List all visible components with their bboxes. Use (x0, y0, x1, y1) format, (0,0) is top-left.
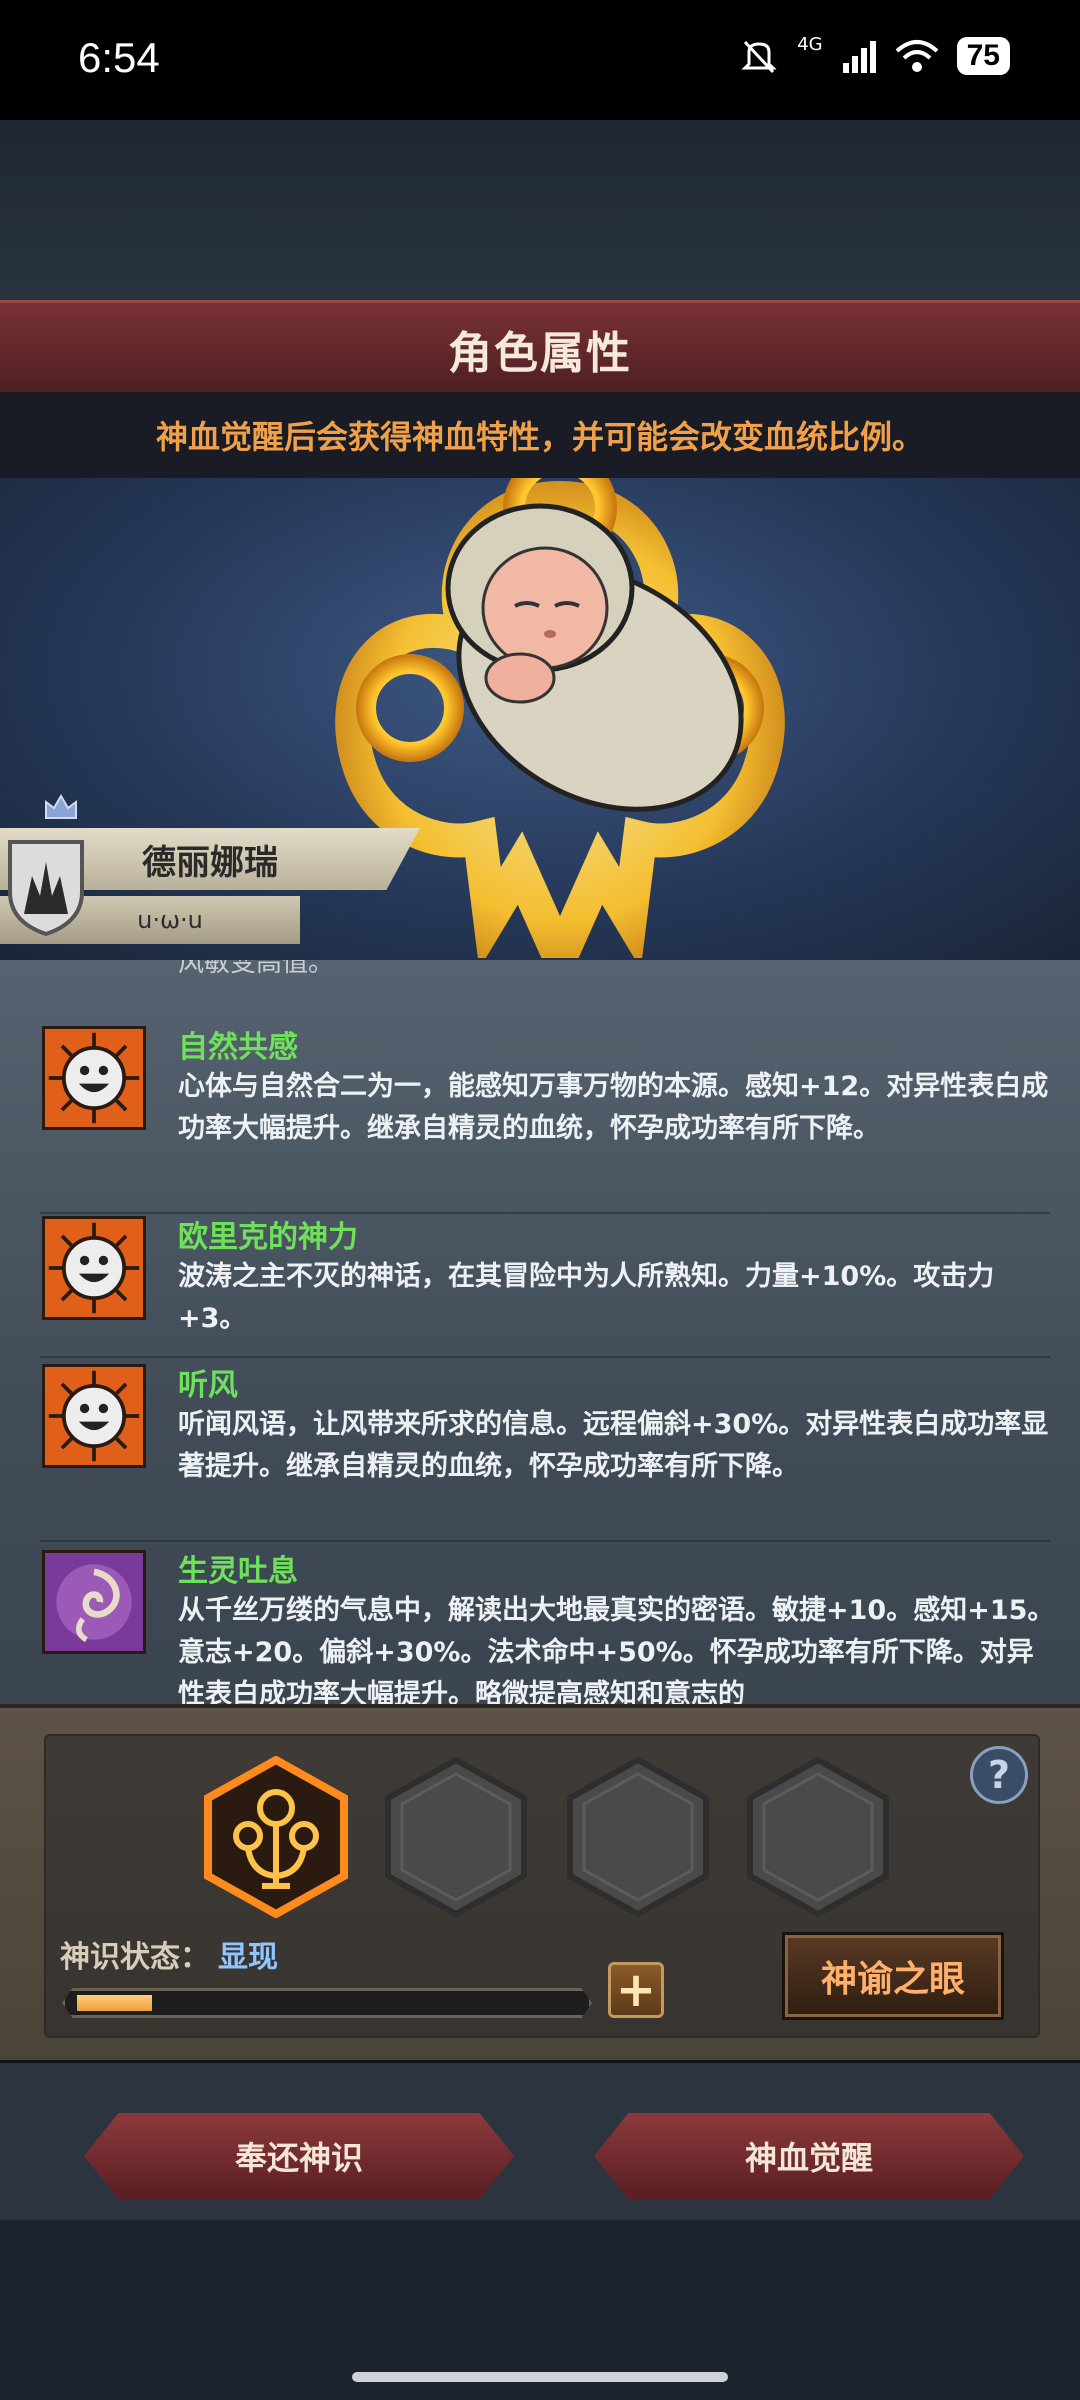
status-time: 6:54 (78, 34, 160, 81)
blood-awaken-label: 神血觉醒 (744, 2139, 873, 2177)
trait-description: 从千丝万缕的气息中，解读出大地最真实的密语。敏捷+10。感知+15。意志+20。… (178, 1595, 1055, 1704)
divine-progress-fill (77, 1995, 152, 2011)
trait-name: 听风 (178, 1368, 238, 1403)
character-portrait-area (0, 478, 1080, 966)
action-footer: 奉还神识 神血觉醒 (0, 2060, 1080, 2223)
trait-description: 心体与自然合二为一，能感知万事万物的本源。感知+12。对异性表白成功率大幅提升。… (178, 1071, 1049, 1144)
empty-divine-slot[interactable] (564, 1756, 712, 1918)
divine-slot-row (92, 1756, 889, 1926)
network-label: 4G (797, 33, 823, 55)
trait-item[interactable]: 欧里克的神力 波涛之主不灭的神话，在其冒险中为人所熟知。力量+10%。攻击力+3… (40, 1206, 1050, 1358)
trait-cutoff-text: 风敏变高值。 (178, 960, 335, 978)
page-title: 角色属性 (448, 328, 632, 379)
notice-text: 神血觉醒后会获得神血特性，并可能会改变血统比例。 (155, 418, 924, 456)
breath-swirl-icon (42, 1550, 146, 1654)
home-indicator[interactable] (352, 2372, 728, 2382)
smiley-sun-icon (42, 1364, 146, 1468)
rank-crown-icon (45, 794, 77, 819)
return-divine-sense-button[interactable]: 奉还神识 (84, 2113, 514, 2199)
add-divine-button[interactable]: + (608, 1962, 664, 2018)
divine-state-value: 显现 (218, 1940, 278, 1975)
trait-description: 波涛之主不灭的神话，在其冒险中为人所熟知。力量+10%。攻击力+3。 (178, 1261, 995, 1334)
empty-divine-slot[interactable] (382, 1756, 530, 1918)
divine-sigil-icon[interactable] (202, 1756, 350, 1918)
trait-name: 欧里克的神力 (178, 1220, 358, 1255)
blood-awaken-button[interactable]: 神血觉醒 (594, 2113, 1024, 2199)
smiley-sun-icon (42, 1216, 146, 1320)
status-bar: 6:54 4G 75 (0, 0, 1080, 120)
trait-item[interactable]: 自然共感 心体与自然合二为一，能感知万事万物的本源。感知+12。对异性表白成功率… (40, 1016, 1050, 1214)
trait-list[interactable]: 风敏变高值。 自然共感 心体与自然合二为一，能感知万事万物的本源。感知+12。对… (0, 960, 1080, 1704)
trait-item[interactable]: 听风 听闻风语，让风带来所求的信息。远程偏斜+30%。对异性表白成功率显著提升。… (40, 1354, 1050, 1542)
top-backdrop (0, 120, 1080, 300)
character-subtitle: u·ω·u (137, 906, 203, 934)
battery-indicator: 75 (956, 37, 1010, 75)
trait-item[interactable]: 生灵吐息 从千丝万缕的气息中，解读出大地最真实的密语。敏捷+10。感知+15。意… (40, 1540, 1054, 1704)
empty-divine-slot[interactable] (744, 1756, 892, 1918)
divine-progress-bar (62, 1988, 592, 2018)
page-title-bar: 角色属性 (0, 300, 1080, 398)
character-name: 德丽娜瑞 (142, 842, 278, 883)
awakening-notice: 神血觉醒后会获得神血特性，并可能会改变血统比例。 (0, 392, 1080, 478)
trait-name: 生灵吐息 (178, 1554, 298, 1589)
trait-name: 自然共感 (178, 1030, 298, 1065)
status-icons: 4G 75 (739, 33, 1010, 76)
divine-sense-panel: ? 神识状态： 显现 + 神谕之眼 (0, 1704, 1080, 2064)
help-button[interactable]: ? (970, 1746, 1028, 1804)
return-divine-sense-label: 奉还神识 (234, 2139, 363, 2177)
smiley-sun-icon (42, 1026, 146, 1130)
trait-description: 听闻风语，让风带来所求的信息。远程偏斜+30%。对异性表白成功率显著提升。继承自… (178, 1409, 1049, 1482)
divine-sense-inner: ? 神识状态： 显现 + 神谕之眼 (44, 1734, 1040, 2038)
divine-state-label: 神识状态： (60, 1940, 210, 1975)
clan-shield-icon[interactable] (6, 836, 86, 936)
signal-icon (842, 41, 876, 73)
oracle-eye-button[interactable]: 神谕之眼 (782, 1932, 1004, 2020)
wifi-icon (895, 40, 938, 72)
mute-icon (741, 40, 777, 74)
